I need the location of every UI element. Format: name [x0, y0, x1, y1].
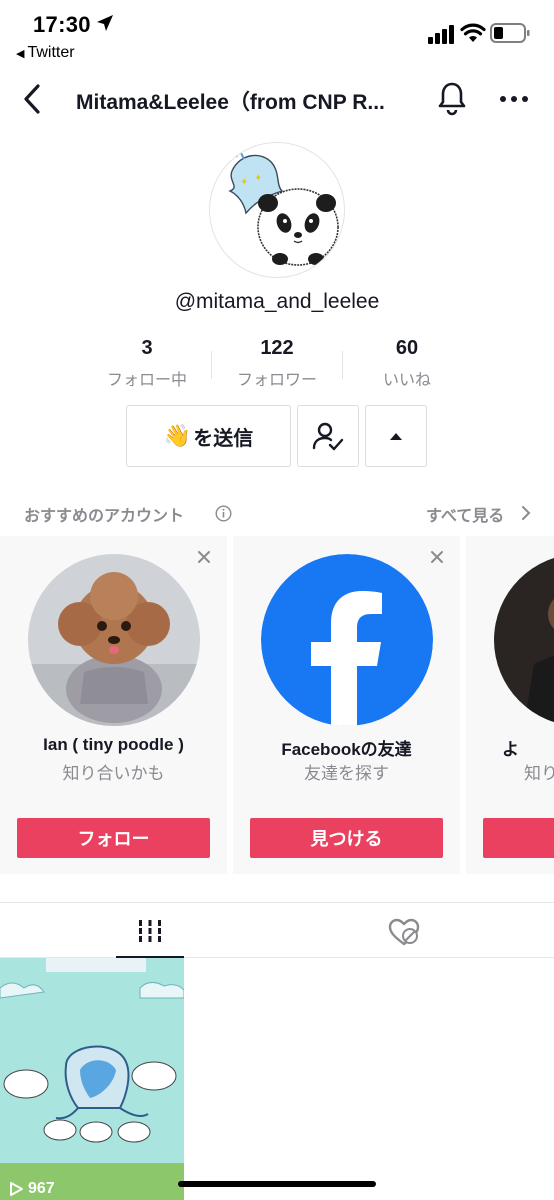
suggested-avatar[interactable] [494, 554, 554, 726]
suggested-reason: 友達を探す [304, 764, 389, 783]
find-friends-button[interactable]: 見つける [250, 818, 443, 858]
suggested-card[interactable]: よ 知り [466, 536, 554, 874]
info-icon[interactable] [215, 505, 232, 522]
caret-up-icon [390, 433, 402, 440]
person-photo [494, 554, 554, 726]
toggle-suggestions-button[interactable] [365, 405, 427, 467]
stat-followers-label: フォロワー [236, 372, 317, 389]
home-indicator[interactable] [178, 1181, 376, 1187]
battery-icon [490, 23, 530, 43]
suggested-name: Facebookの友達 [281, 740, 412, 759]
play-icon [10, 1182, 23, 1196]
stat-following[interactable]: 3 フォロー中 [82, 337, 212, 390]
wave-emoji-icon: 👋 [163, 423, 192, 448]
video-views: 967 [8, 1180, 55, 1198]
back-to-app-link[interactable]: ◀ Twitter [16, 44, 75, 62]
stat-likes-label: いいね [382, 372, 431, 389]
suggested-name: よ [502, 740, 519, 759]
suggested-accounts-title: おすすめのアカウント [24, 508, 185, 525]
location-arrow-icon [97, 15, 113, 31]
profile-content-tabs [0, 902, 554, 959]
profile-avatar[interactable]: ✦ ✦ [209, 142, 345, 278]
back-triangle-icon: ◀ [16, 48, 25, 60]
send-wave-button[interactable]: 👋 を送信 [126, 405, 291, 467]
follow-button[interactable] [483, 818, 554, 858]
back-chevron-icon[interactable] [18, 82, 48, 116]
profile-stats: 3 フォロー中 122 フォロワー 60 いいね [0, 337, 554, 393]
suggested-name: Ian ( tiny poodle ) [43, 735, 184, 754]
facebook-avatar[interactable] [261, 554, 433, 726]
suggested-reason: 知り [524, 764, 554, 783]
avatar-image: ✦ ✦ [228, 149, 339, 266]
dismiss-icon[interactable] [197, 550, 211, 564]
status-time: 17:30 [33, 12, 91, 37]
send-wave-label: を送信 [193, 427, 254, 450]
video-view-count: 967 [28, 1180, 55, 1197]
stat-followers[interactable]: 122 フォロワー [212, 337, 342, 390]
suggested-card[interactable]: Facebookの友達 友達を探す 見つける [233, 536, 460, 874]
back-app-label: Twitter [27, 44, 75, 61]
user-check-icon [312, 422, 344, 451]
bell-icon[interactable] [436, 80, 468, 116]
suggested-accounts-header: おすすめのアカウント すべて見る [0, 500, 554, 526]
page-title: Mitama&Leelee（from CNP R... [76, 91, 385, 114]
poodle-photo [28, 554, 200, 726]
facebook-logo-icon [261, 554, 433, 726]
stat-following-label: フォロー中 [106, 372, 187, 389]
signal-icon [428, 25, 454, 44]
see-all-link[interactable]: すべて見る [426, 502, 504, 526]
video-preview-image [0, 958, 184, 1200]
more-icon[interactable] [498, 84, 530, 114]
suggested-card[interactable]: Ian ( tiny poodle ) 知り合いかも フォロー [0, 536, 227, 874]
profile-actions: 👋 を送信 [0, 405, 554, 469]
wifi-icon [460, 23, 486, 42]
stat-following-value: 3 [141, 337, 153, 359]
stat-likes-value: 60 [395, 337, 419, 359]
suggested-avatar[interactable] [28, 554, 200, 726]
chevron-right-icon[interactable] [520, 505, 532, 521]
status-bar: 17:30 ◀ Twitter [0, 0, 554, 66]
suggested-accounts-carousel[interactable]: Ian ( tiny poodle ) 知り合いかも フォロー Facebook… [0, 536, 554, 874]
follow-button[interactable]: フォロー [17, 818, 210, 858]
videos-grid-icon [138, 920, 162, 942]
profile-handle: @mitama_and_leelee [174, 290, 380, 313]
dismiss-icon[interactable] [430, 550, 444, 564]
tab-videos[interactable] [116, 903, 184, 959]
suggested-reason: 知り合いかも [62, 764, 165, 783]
stat-followers-value: 122 [260, 337, 294, 359]
liked-hidden-icon[interactable] [384, 917, 424, 947]
svg-text:✦: ✦ [240, 177, 248, 188]
stat-likes[interactable]: 60 いいね [342, 337, 472, 390]
profile-nav-bar: Mitama&Leelee（from CNP R... [0, 70, 554, 128]
video-thumbnail[interactable] [0, 958, 184, 1200]
friend-status-button[interactable] [297, 405, 359, 467]
svg-text:✦: ✦ [254, 173, 262, 184]
